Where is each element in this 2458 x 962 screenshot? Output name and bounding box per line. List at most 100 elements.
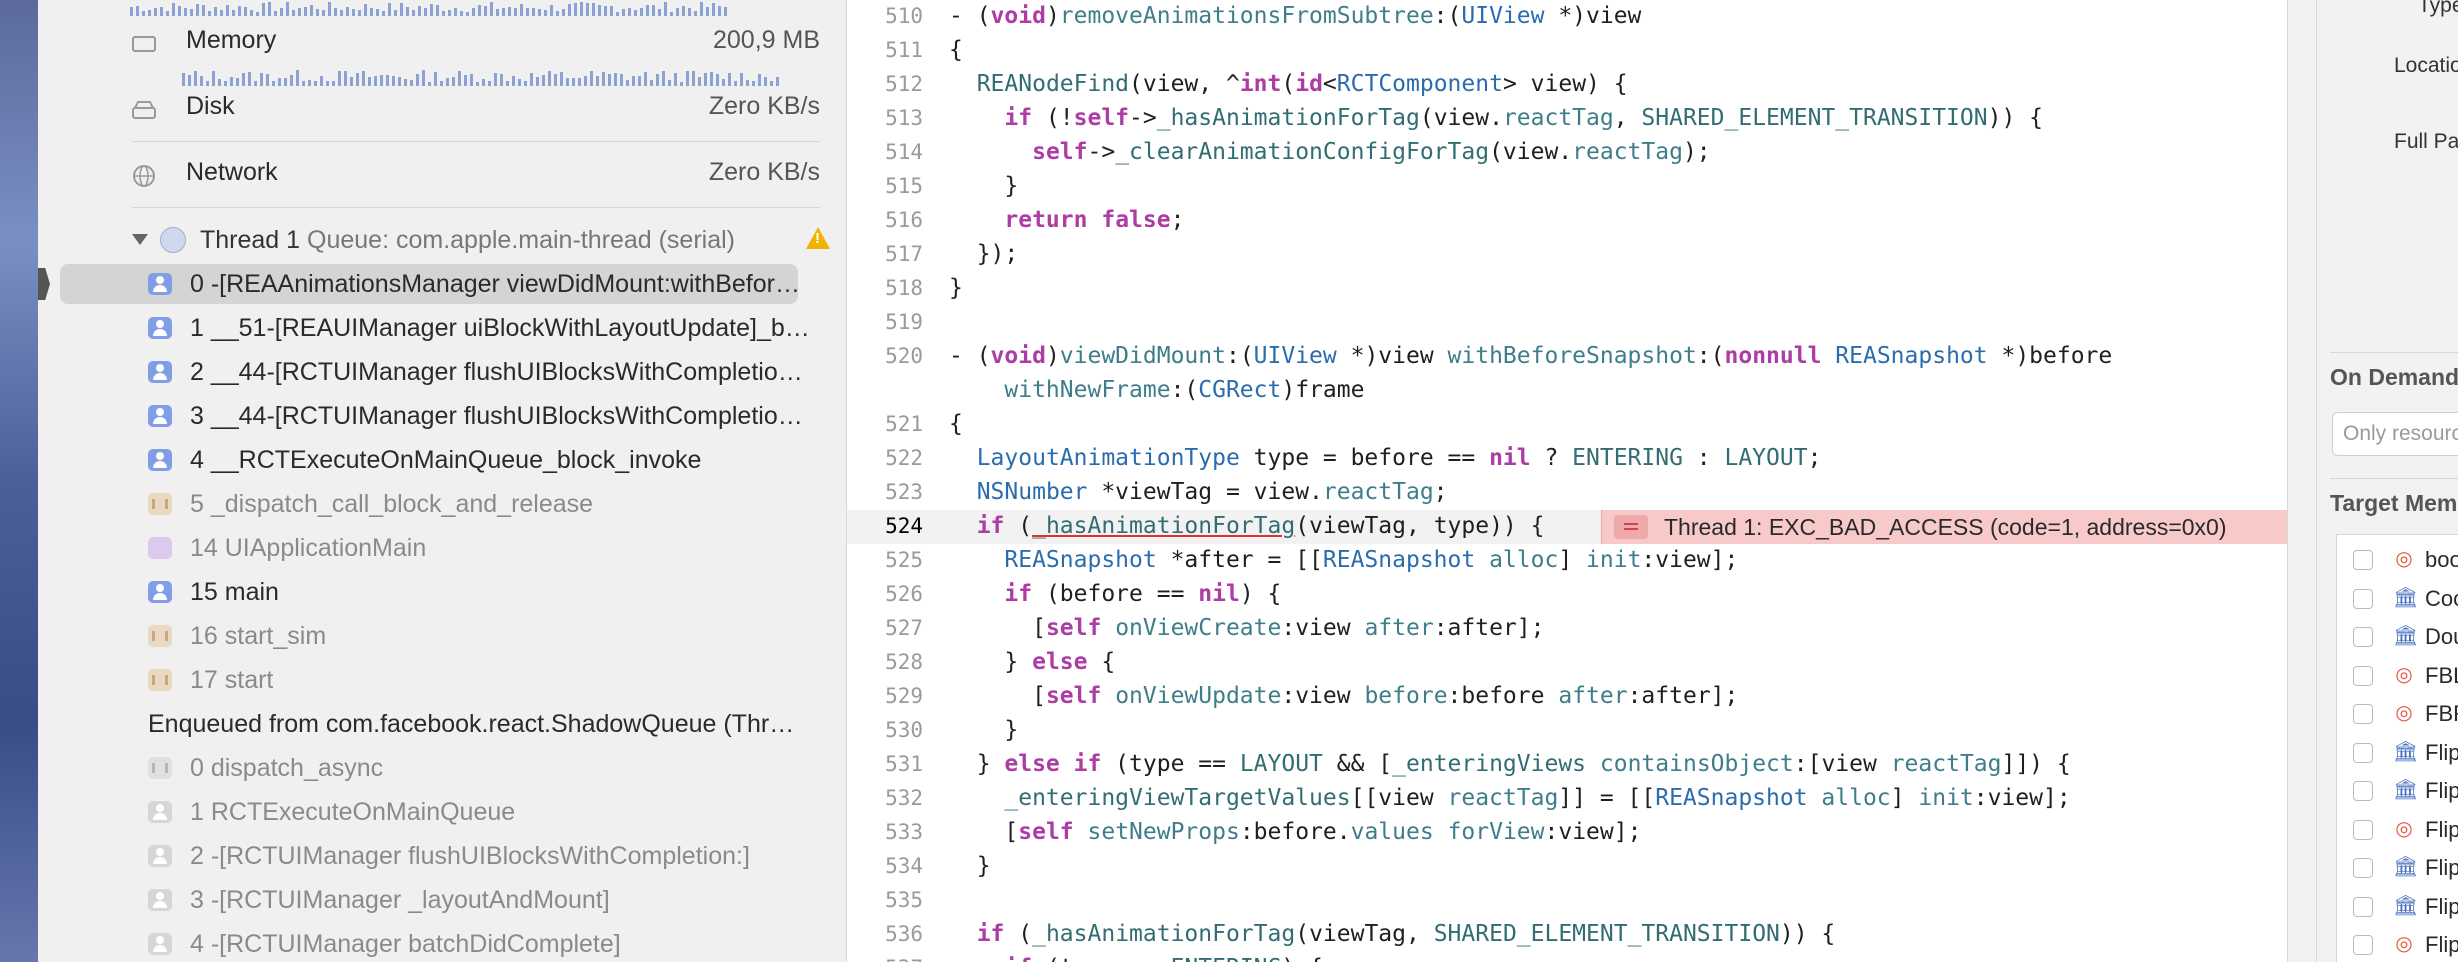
network-gauge[interactable]: Network Zero KB/s [90,144,820,208]
enqueued-frame-row[interactable]: 3 -[RCTUIManager _layoutAndMount] [38,878,846,922]
code-text[interactable]: - (void)viewDidMount:(UIView *)view with… [949,343,2112,369]
line-number[interactable]: 531 [847,752,923,776]
code-text[interactable]: withNewFrame:(CGRect)frame [949,377,1364,403]
code-text[interactable]: NSNumber *viewTag = view.reactTag; [949,479,1448,505]
code-line[interactable]: 537 if (type == ENTERING) { [847,952,2287,962]
code-text[interactable]: REASnapshot *after = [[REASnapshot alloc… [949,547,1738,573]
line-number[interactable]: 526 [847,582,923,606]
line-number[interactable]: 533 [847,820,923,844]
line-number[interactable]: 517 [847,242,923,266]
current-code-line[interactable]: 524 if (_hasAnimationForTag(viewTag, typ… [847,510,2287,544]
target-row[interactable]: ◎ Flipper-Glog [2337,924,2458,962]
line-number[interactable]: 518 [847,276,923,300]
enqueued-frame-row[interactable]: 0 dispatch_async [38,746,846,790]
code-line[interactable]: 531 } else if (type == LAYOUT && [_enter… [847,748,2287,782]
code-line[interactable]: 535 [847,884,2287,918]
code-text[interactable]: { [949,37,963,63]
code-text[interactable]: self->_clearAnimationConfigForTag(view.r… [949,139,1711,165]
line-number[interactable]: 527 [847,616,923,640]
line-number[interactable]: 528 [847,650,923,674]
enqueued-frame-row[interactable]: 4 -[RCTUIManager batchDidComplete] [38,922,846,962]
code-line[interactable]: 529 [self onViewUpdate:view before:befor… [847,680,2287,714]
code-text[interactable]: if (!self->_hasAnimationForTag(view.reac… [949,105,2043,131]
stack-frame-row[interactable]: 4 __RCTExecuteOnMainQueue_block_invoke [38,438,846,482]
target-checkbox[interactable] [2353,588,2373,609]
target-row[interactable]: ◎ Flipper-DoubleConversion [2337,809,2458,849]
code-text[interactable]: }); [949,241,1019,267]
code-line[interactable]: 533 [self setNewProps:before.values forV… [847,816,2287,850]
line-number[interactable]: 532 [847,786,923,810]
warning-icon[interactable] [806,227,830,249]
line-number[interactable]: 537 [847,956,923,962]
target-row[interactable]: ◎ FBLazyVector [2337,655,2458,695]
line-number[interactable]: 525 [847,548,923,572]
target-checkbox[interactable] [2353,858,2373,878]
target-checkbox[interactable] [2353,627,2373,647]
target-checkbox[interactable] [2353,781,2373,801]
target-checkbox[interactable] [2353,742,2373,763]
stack-frame-row[interactable]: 2 __44-[RCTUIManager flushUIBlocksWithCo… [38,350,846,394]
line-number[interactable]: 511 [847,38,923,62]
code-line[interactable]: 520 - (void)viewDidMount:(UIView *)view w… [847,340,2287,374]
target-row[interactable]: 🏛 Flipper-Folly [2337,886,2458,926]
code-line[interactable]: 526 if (before == nil) { [847,578,2287,612]
line-number[interactable]: 530 [847,718,923,742]
code-text[interactable]: [self onViewUpdate:view before:before af… [949,683,1738,709]
line-number[interactable]: 536 [847,922,923,946]
target-checkbox[interactable] [2353,896,2373,917]
code-line[interactable]: 517 }); [847,238,2287,272]
code-line[interactable]: 532 _enteringViewTargetValues[[view reac… [847,782,2287,816]
disk-gauge[interactable]: Disk Zero KB/s [90,78,820,142]
line-number[interactable]: 513 [847,106,923,130]
code-line[interactable]: 523 NSNumber *viewTag = view.reactTag; [847,476,2287,510]
code-text[interactable]: } [949,717,1018,743]
code-text[interactable]: [self setNewProps:before.values forView:… [949,819,1641,845]
line-number[interactable]: 519 [847,310,923,334]
code-text[interactable]: return false; [949,207,1184,233]
code-line[interactable]: 528 } else { [847,646,2287,680]
stack-frame-row[interactable]: 1 __51-[REAUIManager uiBlockWithLayoutUp… [38,306,846,350]
stack-frame-row[interactable]: 14 UIApplicationMain [38,526,846,570]
code-line[interactable]: 530 } [847,714,2287,748]
code-line[interactable]: 527 [self onViewCreate:view after:after]… [847,612,2287,646]
code-text[interactable]: } else { [949,649,1115,675]
target-row[interactable]: 🏛 Flipper-Fmt [2337,847,2458,887]
target-checkbox[interactable] [2353,819,2373,840]
target-row[interactable]: 🏛 DoubleConversion [2337,616,2458,656]
code-text[interactable]: } [949,275,963,301]
target-checkbox[interactable] [2353,665,2373,686]
stack-frame-row[interactable]: 16 start_sim [38,614,846,658]
code-line[interactable]: 534 } [847,850,2287,884]
target-row[interactable]: 🏛 CocoaAsyncSocket [2337,578,2458,618]
code-text[interactable]: if (_hasAnimationForTag(viewTag, SHARED_… [949,921,1836,947]
stack-frame-row[interactable]: 5 _dispatch_call_block_and_release [38,482,846,526]
memory-gauge[interactable]: Memory 200,9 MB [90,12,820,76]
code-line[interactable]: 510 - (void)removeAnimationsFromSubtree:(… [847,0,2287,34]
stack-frame-row[interactable]: 17 start [38,658,846,702]
code-line[interactable]: 536 if (_hasAnimationForTag(viewTag, SHA… [847,918,2287,952]
code-line[interactable]: 521 { [847,408,2287,442]
code-text[interactable]: if (before == nil) { [949,581,1281,607]
line-number[interactable]: 514 [847,140,923,164]
target-row[interactable]: 🏛 Flipper [2337,732,2458,772]
code-text[interactable]: { [949,411,963,437]
line-number[interactable]: 523 [847,480,923,504]
line-number[interactable]: 534 [847,854,923,878]
target-checkbox[interactable] [2353,550,2373,570]
line-number[interactable]: 529 [847,684,923,708]
code-text[interactable]: [self onViewCreate:view after:after]; [949,615,1544,641]
target-row[interactable]: ◎ boost [2337,539,2458,579]
code-text[interactable]: if (type == ENTERING) { [949,955,1323,962]
stack-frame-row[interactable]: 15 main [38,570,846,614]
enqueued-frame-row[interactable]: 1 RCTExecuteOnMainQueue [38,790,846,834]
code-line[interactable]: 515 } [847,170,2287,204]
on-demand-tags-field[interactable]: Only resources are taggable [2332,412,2458,456]
line-number[interactable]: 521 [847,412,923,436]
code-line[interactable]: 511 { [847,34,2287,68]
code-text[interactable]: } [949,173,1018,199]
code-text[interactable]: if (_hasAnimationForTag(viewTag, type)) … [949,513,1545,539]
line-number[interactable]: 512 [847,72,923,96]
line-number[interactable]: 516 [847,208,923,232]
code-text[interactable]: REANodeFind(view, ^int(id<RCTComponent> … [949,71,1628,97]
code-text[interactable]: LayoutAnimationType type = before == nil… [949,445,1822,471]
